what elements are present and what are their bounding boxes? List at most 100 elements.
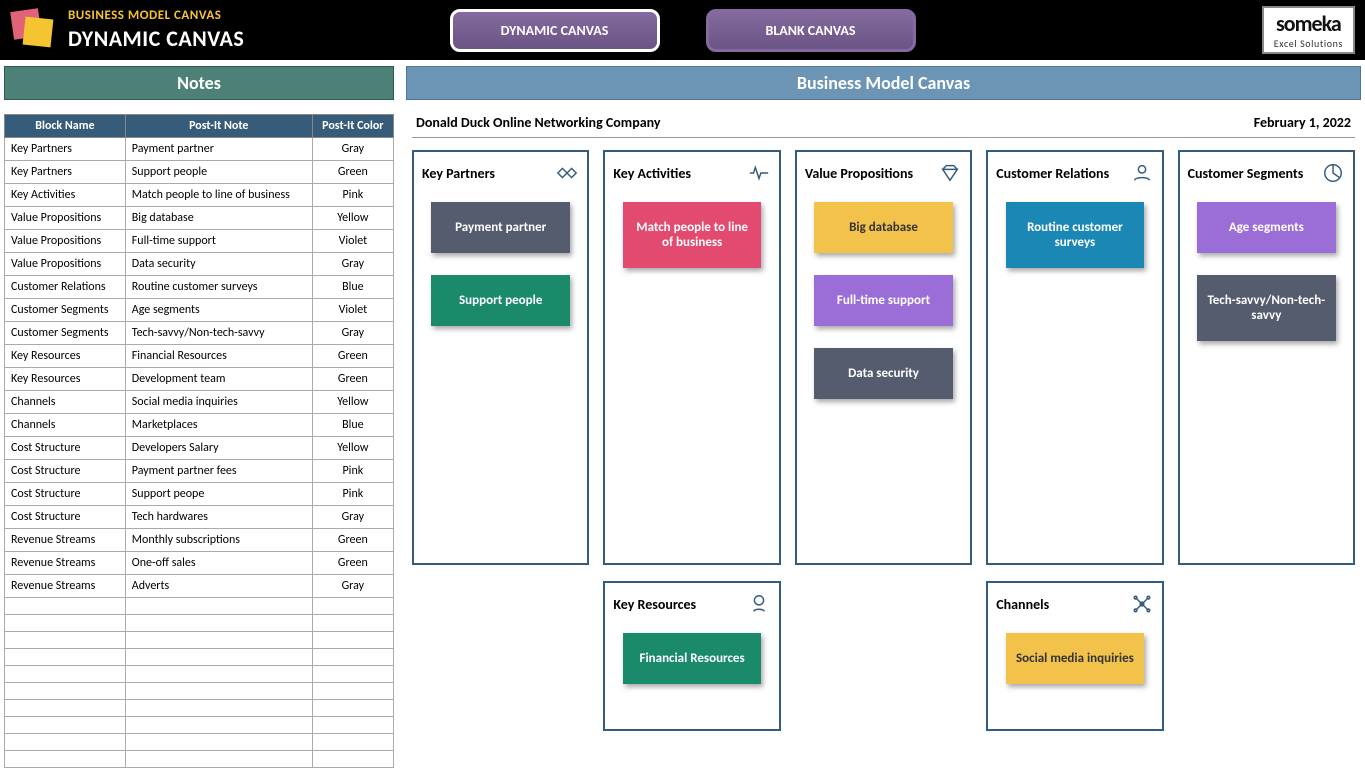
cell-block[interactable]: Key Activities — [5, 184, 126, 207]
table-row[interactable]: Revenue StreamsOne-off salesGreen — [5, 552, 394, 575]
cell-block[interactable] — [5, 717, 126, 734]
postit[interactable]: Social media inquiries — [1006, 633, 1145, 684]
postit[interactable]: Full-time support — [814, 275, 953, 326]
table-row[interactable] — [5, 598, 394, 615]
table-row[interactable]: Revenue StreamsMonthly subscriptionsGree… — [5, 529, 394, 552]
table-row[interactable] — [5, 649, 394, 666]
table-row[interactable]: Value PropositionsData securityGray — [5, 253, 394, 276]
cell-note[interactable]: Payment partner fees — [125, 460, 312, 483]
cell-block[interactable]: Value Propositions — [5, 207, 126, 230]
cell-note[interactable]: Support people — [125, 161, 312, 184]
table-row[interactable] — [5, 734, 394, 751]
cell-note[interactable]: Adverts — [125, 575, 312, 598]
postit[interactable]: Tech-savvy/Non-tech-savvy — [1197, 275, 1336, 341]
cell-block[interactable]: Value Propositions — [5, 230, 126, 253]
cell-note[interactable]: Tech-savvy/Non-tech-savvy — [125, 322, 312, 345]
cell-color[interactable]: Violet — [312, 299, 393, 322]
cell-note[interactable] — [125, 666, 312, 683]
table-row[interactable] — [5, 615, 394, 632]
table-row[interactable] — [5, 632, 394, 649]
cell-note[interactable]: Tech hardwares — [125, 506, 312, 529]
cell-color[interactable]: Gray — [312, 575, 393, 598]
cell-color[interactable]: Pink — [312, 184, 393, 207]
cell-color[interactable] — [312, 666, 393, 683]
cell-note[interactable]: Routine customer surveys — [125, 276, 312, 299]
cell-block[interactable]: Key Partners — [5, 138, 126, 161]
cell-note[interactable]: One-off sales — [125, 552, 312, 575]
cell-color[interactable]: Pink — [312, 460, 393, 483]
table-row[interactable]: Cost StructureSupport peopePink — [5, 483, 394, 506]
cell-note[interactable]: Age segments — [125, 299, 312, 322]
postit[interactable]: Routine customer surveys — [1006, 202, 1145, 268]
cell-note[interactable]: Payment partner — [125, 138, 312, 161]
table-row[interactable]: Cost StructureTech hardwaresGray — [5, 506, 394, 529]
cell-block[interactable]: Channels — [5, 391, 126, 414]
table-row[interactable] — [5, 717, 394, 734]
dynamic-canvas-tab[interactable]: DYNAMIC CANVAS — [450, 9, 660, 52]
cell-block[interactable] — [5, 666, 126, 683]
table-row[interactable] — [5, 683, 394, 700]
table-row[interactable]: Cost StructurePayment partner feesPink — [5, 460, 394, 483]
table-row[interactable]: Key PartnersSupport peopleGreen — [5, 161, 394, 184]
cell-block[interactable]: Revenue Streams — [5, 575, 126, 598]
cell-color[interactable] — [312, 717, 393, 734]
cell-color[interactable]: Yellow — [312, 437, 393, 460]
cell-block[interactable]: Cost Structure — [5, 437, 126, 460]
cell-note[interactable]: Full-time support — [125, 230, 312, 253]
cell-block[interactable] — [5, 683, 126, 700]
cell-note[interactable] — [125, 598, 312, 615]
cell-block[interactable] — [5, 649, 126, 666]
postit[interactable]: Payment partner — [431, 202, 570, 253]
cell-note[interactable]: Monthly subscriptions — [125, 529, 312, 552]
postit[interactable]: Data security — [814, 348, 953, 399]
cell-note[interactable] — [125, 632, 312, 649]
cell-block[interactable]: Key Resources — [5, 345, 126, 368]
cell-block[interactable]: Customer Segments — [5, 322, 126, 345]
cell-color[interactable] — [312, 700, 393, 717]
cell-block[interactable]: Revenue Streams — [5, 552, 126, 575]
table-row[interactable]: Key ActivitiesMatch people to line of bu… — [5, 184, 394, 207]
table-row[interactable]: Value PropositionsBig databaseYellow — [5, 207, 394, 230]
cell-note[interactable]: Support peope — [125, 483, 312, 506]
postit[interactable]: Age segments — [1197, 202, 1336, 253]
cell-note[interactable] — [125, 700, 312, 717]
cell-block[interactable]: Channels — [5, 414, 126, 437]
cell-color[interactable]: Gray — [312, 506, 393, 529]
cell-block[interactable] — [5, 700, 126, 717]
table-row[interactable]: ChannelsMarketplacesBlue — [5, 414, 394, 437]
cell-note[interactable] — [125, 683, 312, 700]
cell-note[interactable]: Development team — [125, 368, 312, 391]
table-row[interactable]: Key ResourcesFinancial ResourcesGreen — [5, 345, 394, 368]
cell-block[interactable]: Cost Structure — [5, 506, 126, 529]
table-row[interactable]: Customer SegmentsTech-savvy/Non-tech-sav… — [5, 322, 394, 345]
table-row[interactable] — [5, 751, 394, 768]
cell-note[interactable] — [125, 751, 312, 768]
table-row[interactable]: Key ResourcesDevelopment teamGreen — [5, 368, 394, 391]
cell-block[interactable] — [5, 734, 126, 751]
cell-color[interactable]: Green — [312, 161, 393, 184]
postit[interactable]: Support people — [431, 275, 570, 326]
cell-color[interactable] — [312, 615, 393, 632]
table-row[interactable] — [5, 666, 394, 683]
cell-color[interactable] — [312, 649, 393, 666]
postit[interactable]: Financial Resources — [623, 633, 762, 684]
cell-block[interactable] — [5, 751, 126, 768]
cell-block[interactable] — [5, 632, 126, 649]
table-row[interactable] — [5, 700, 394, 717]
cell-note[interactable]: Data security — [125, 253, 312, 276]
cell-block[interactable]: Key Partners — [5, 161, 126, 184]
cell-block[interactable]: Value Propositions — [5, 253, 126, 276]
cell-note[interactable]: Financial Resources — [125, 345, 312, 368]
cell-color[interactable]: Yellow — [312, 391, 393, 414]
postit[interactable]: Match people to line of business — [623, 202, 762, 268]
cell-note[interactable]: Social media inquiries — [125, 391, 312, 414]
table-row[interactable]: ChannelsSocial media inquiriesYellow — [5, 391, 394, 414]
cell-note[interactable] — [125, 717, 312, 734]
table-row[interactable]: Key PartnersPayment partnerGray — [5, 138, 394, 161]
cell-color[interactable]: Violet — [312, 230, 393, 253]
cell-color[interactable]: Gray — [312, 253, 393, 276]
cell-note[interactable]: Big database — [125, 207, 312, 230]
cell-block[interactable]: Customer Segments — [5, 299, 126, 322]
cell-color[interactable]: Green — [312, 552, 393, 575]
cell-color[interactable] — [312, 632, 393, 649]
